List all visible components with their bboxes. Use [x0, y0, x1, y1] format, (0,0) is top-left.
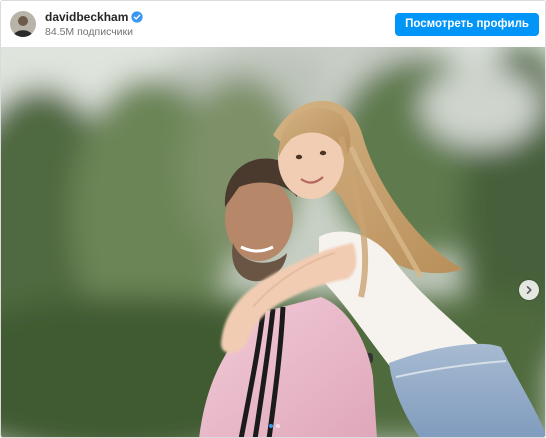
profile-avatar[interactable] [10, 11, 36, 37]
carousel-dot [275, 424, 280, 428]
chevron-right-icon [526, 286, 532, 294]
carousel-dot-active [268, 424, 273, 428]
post-header: davidbeckham 84.5M подписчики Посмотреть… [1, 1, 545, 47]
user-block: davidbeckham 84.5M подписчики [45, 10, 143, 39]
verified-badge-icon [131, 11, 143, 23]
follower-count: 84.5M подписчики [45, 25, 133, 38]
view-profile-button[interactable]: Посмотреть профиль [395, 13, 539, 36]
instagram-embed: davidbeckham 84.5M подписчики Посмотреть… [0, 0, 546, 438]
next-photo-button[interactable] [519, 280, 539, 300]
username-link[interactable]: davidbeckham [45, 10, 128, 25]
carousel-indicator [1, 424, 545, 428]
post-image[interactable] [1, 47, 545, 437]
